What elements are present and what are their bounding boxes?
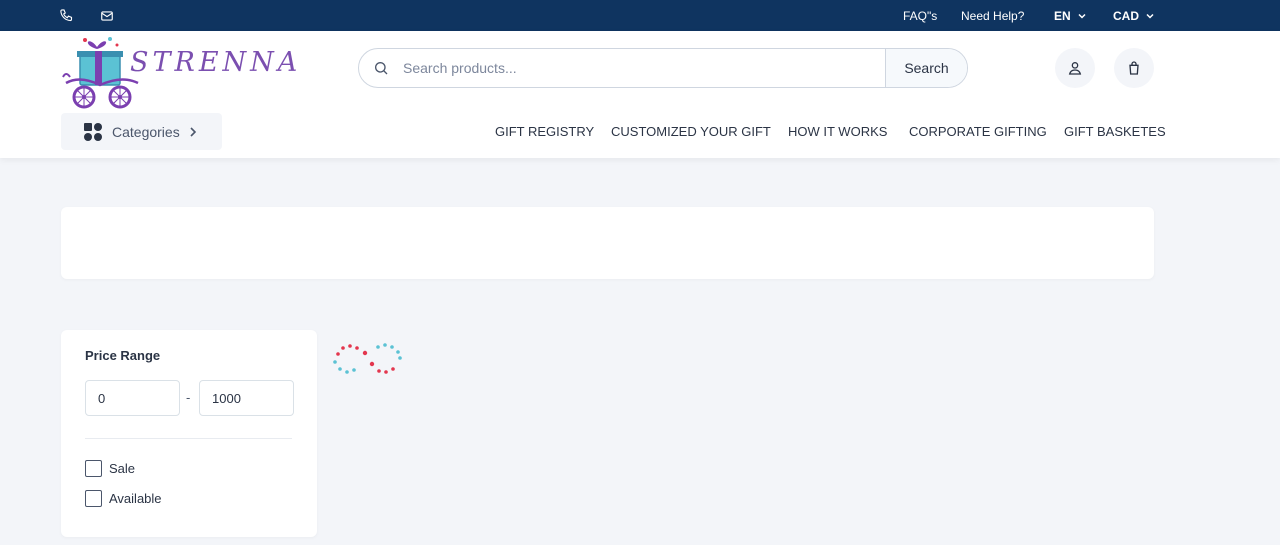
price-min-input[interactable] xyxy=(85,380,180,416)
categories-button[interactable]: Categories xyxy=(61,113,222,150)
account-button[interactable] xyxy=(1055,48,1095,88)
cart-button[interactable] xyxy=(1114,48,1154,88)
filter-sale[interactable]: Sale xyxy=(85,460,135,477)
available-label: Available xyxy=(109,491,162,506)
nav-customized-gift[interactable]: CUSTOMIZED YOUR GIFT xyxy=(611,113,771,150)
available-checkbox[interactable] xyxy=(85,490,102,507)
search-button[interactable]: Search xyxy=(885,49,967,87)
chevron-down-icon xyxy=(1146,13,1154,19)
shopping-bag-icon xyxy=(1129,61,1139,75)
sale-label: Sale xyxy=(109,461,136,476)
chevron-down-icon xyxy=(1078,13,1086,19)
nav-gift-baskets[interactable]: GIFT BASKETES xyxy=(1064,113,1166,150)
grid-icon xyxy=(84,122,102,141)
mail-icon[interactable] xyxy=(100,0,114,31)
filter-available[interactable]: Available xyxy=(85,490,162,507)
currency-value: CAD xyxy=(1113,8,1139,23)
search-input[interactable] xyxy=(403,49,843,87)
search-bar: Search xyxy=(358,48,968,88)
faq-link[interactable]: FAQ"s xyxy=(903,0,937,31)
chevron-right-icon xyxy=(190,126,196,137)
nav-how-it-works[interactable]: HOW IT WORKS xyxy=(788,113,887,150)
divider xyxy=(85,438,292,439)
help-link[interactable]: Need Help? xyxy=(961,0,1024,31)
filter-panel: Price Range - Sale Available xyxy=(61,330,317,537)
categories-label: Categories xyxy=(112,123,180,140)
user-icon xyxy=(1068,61,1082,75)
page-banner xyxy=(61,207,1154,279)
loading-spinner-icon xyxy=(333,343,402,374)
logo-text: STRENNA xyxy=(130,47,302,78)
price-range-title: Price Range xyxy=(85,348,161,363)
language-value: EN xyxy=(1054,8,1071,23)
nav-gift-registry[interactable]: GIFT REGISTRY xyxy=(495,113,594,150)
currency-selector[interactable]: CAD xyxy=(1113,0,1155,31)
price-separator: - xyxy=(186,390,191,405)
top-bar: FAQ"s Need Help? EN CAD xyxy=(0,0,1280,31)
site-logo[interactable]: STRENNA xyxy=(60,33,297,111)
search-icon xyxy=(375,61,388,75)
price-max-input[interactable] xyxy=(199,380,294,416)
phone-icon[interactable] xyxy=(59,0,74,31)
nav-corporate-gifting[interactable]: CORPORATE GIFTING xyxy=(909,113,1047,150)
site-header: STRENNA Search Categories GIFT REGISTRY … xyxy=(0,31,1280,158)
sale-checkbox[interactable] xyxy=(85,460,102,477)
language-selector[interactable]: EN xyxy=(1054,0,1087,31)
